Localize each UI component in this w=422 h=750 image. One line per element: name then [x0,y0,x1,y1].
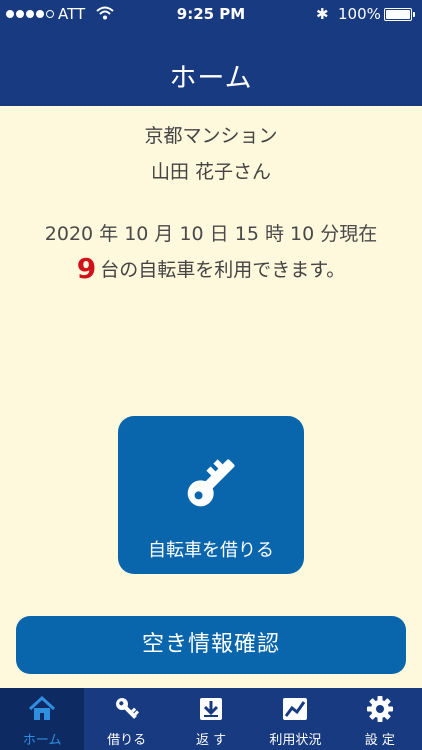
page-title: ホーム [169,63,253,94]
tab-bar: ホーム 借りる 返 す 利用状況 設 定 [0,688,422,750]
gear-icon [366,696,393,722]
availability-message: 9 台の自転車を利用できます。 [0,252,422,285]
tab-rent[interactable]: 借りる [84,688,168,750]
available-count: 9 [76,252,97,285]
chart-icon [283,698,308,720]
tab-usage-label: 利用状況 [269,733,322,748]
tab-rent-label: 借りる [107,733,147,748]
rent-bicycle-button[interactable]: 自転車を借りる [118,416,304,574]
status-bar: ATT 9:25 PM ✱ 100% [0,0,422,30]
bluetooth-icon: ✱ [316,5,329,23]
building-name: 京都マンション [144,125,278,147]
tab-settings-label: 設 定 [364,733,395,748]
return-icon [200,698,223,720]
available-suffix: 台の自転車を利用できます。 [100,259,346,281]
app-header: ATT 9:25 PM ✱ 100% ホーム [0,0,422,106]
user-name: 山田 花子さん [150,161,272,183]
tab-home-label: ホーム [22,733,62,748]
battery-icon [384,8,412,21]
status-timestamp: 2020 年 10 月 10 日 15 時 10 分現在 [44,223,378,245]
vacancy-check-button[interactable]: 空き情報確認 [16,616,406,674]
tab-home[interactable]: ホーム [0,688,85,750]
tab-usage[interactable]: 利用状況 [253,688,337,750]
key-icon [115,698,139,719]
rent-button-label: 自転車を借りる [148,540,274,561]
tab-settings[interactable]: 設 定 [338,688,422,750]
home-icon [29,695,56,720]
key-icon [187,459,235,507]
tab-return-label: 返 す [195,733,227,748]
battery-percent: 100% [338,5,381,23]
tab-return[interactable]: 返 す [169,688,253,750]
battery-tip [413,12,415,17]
